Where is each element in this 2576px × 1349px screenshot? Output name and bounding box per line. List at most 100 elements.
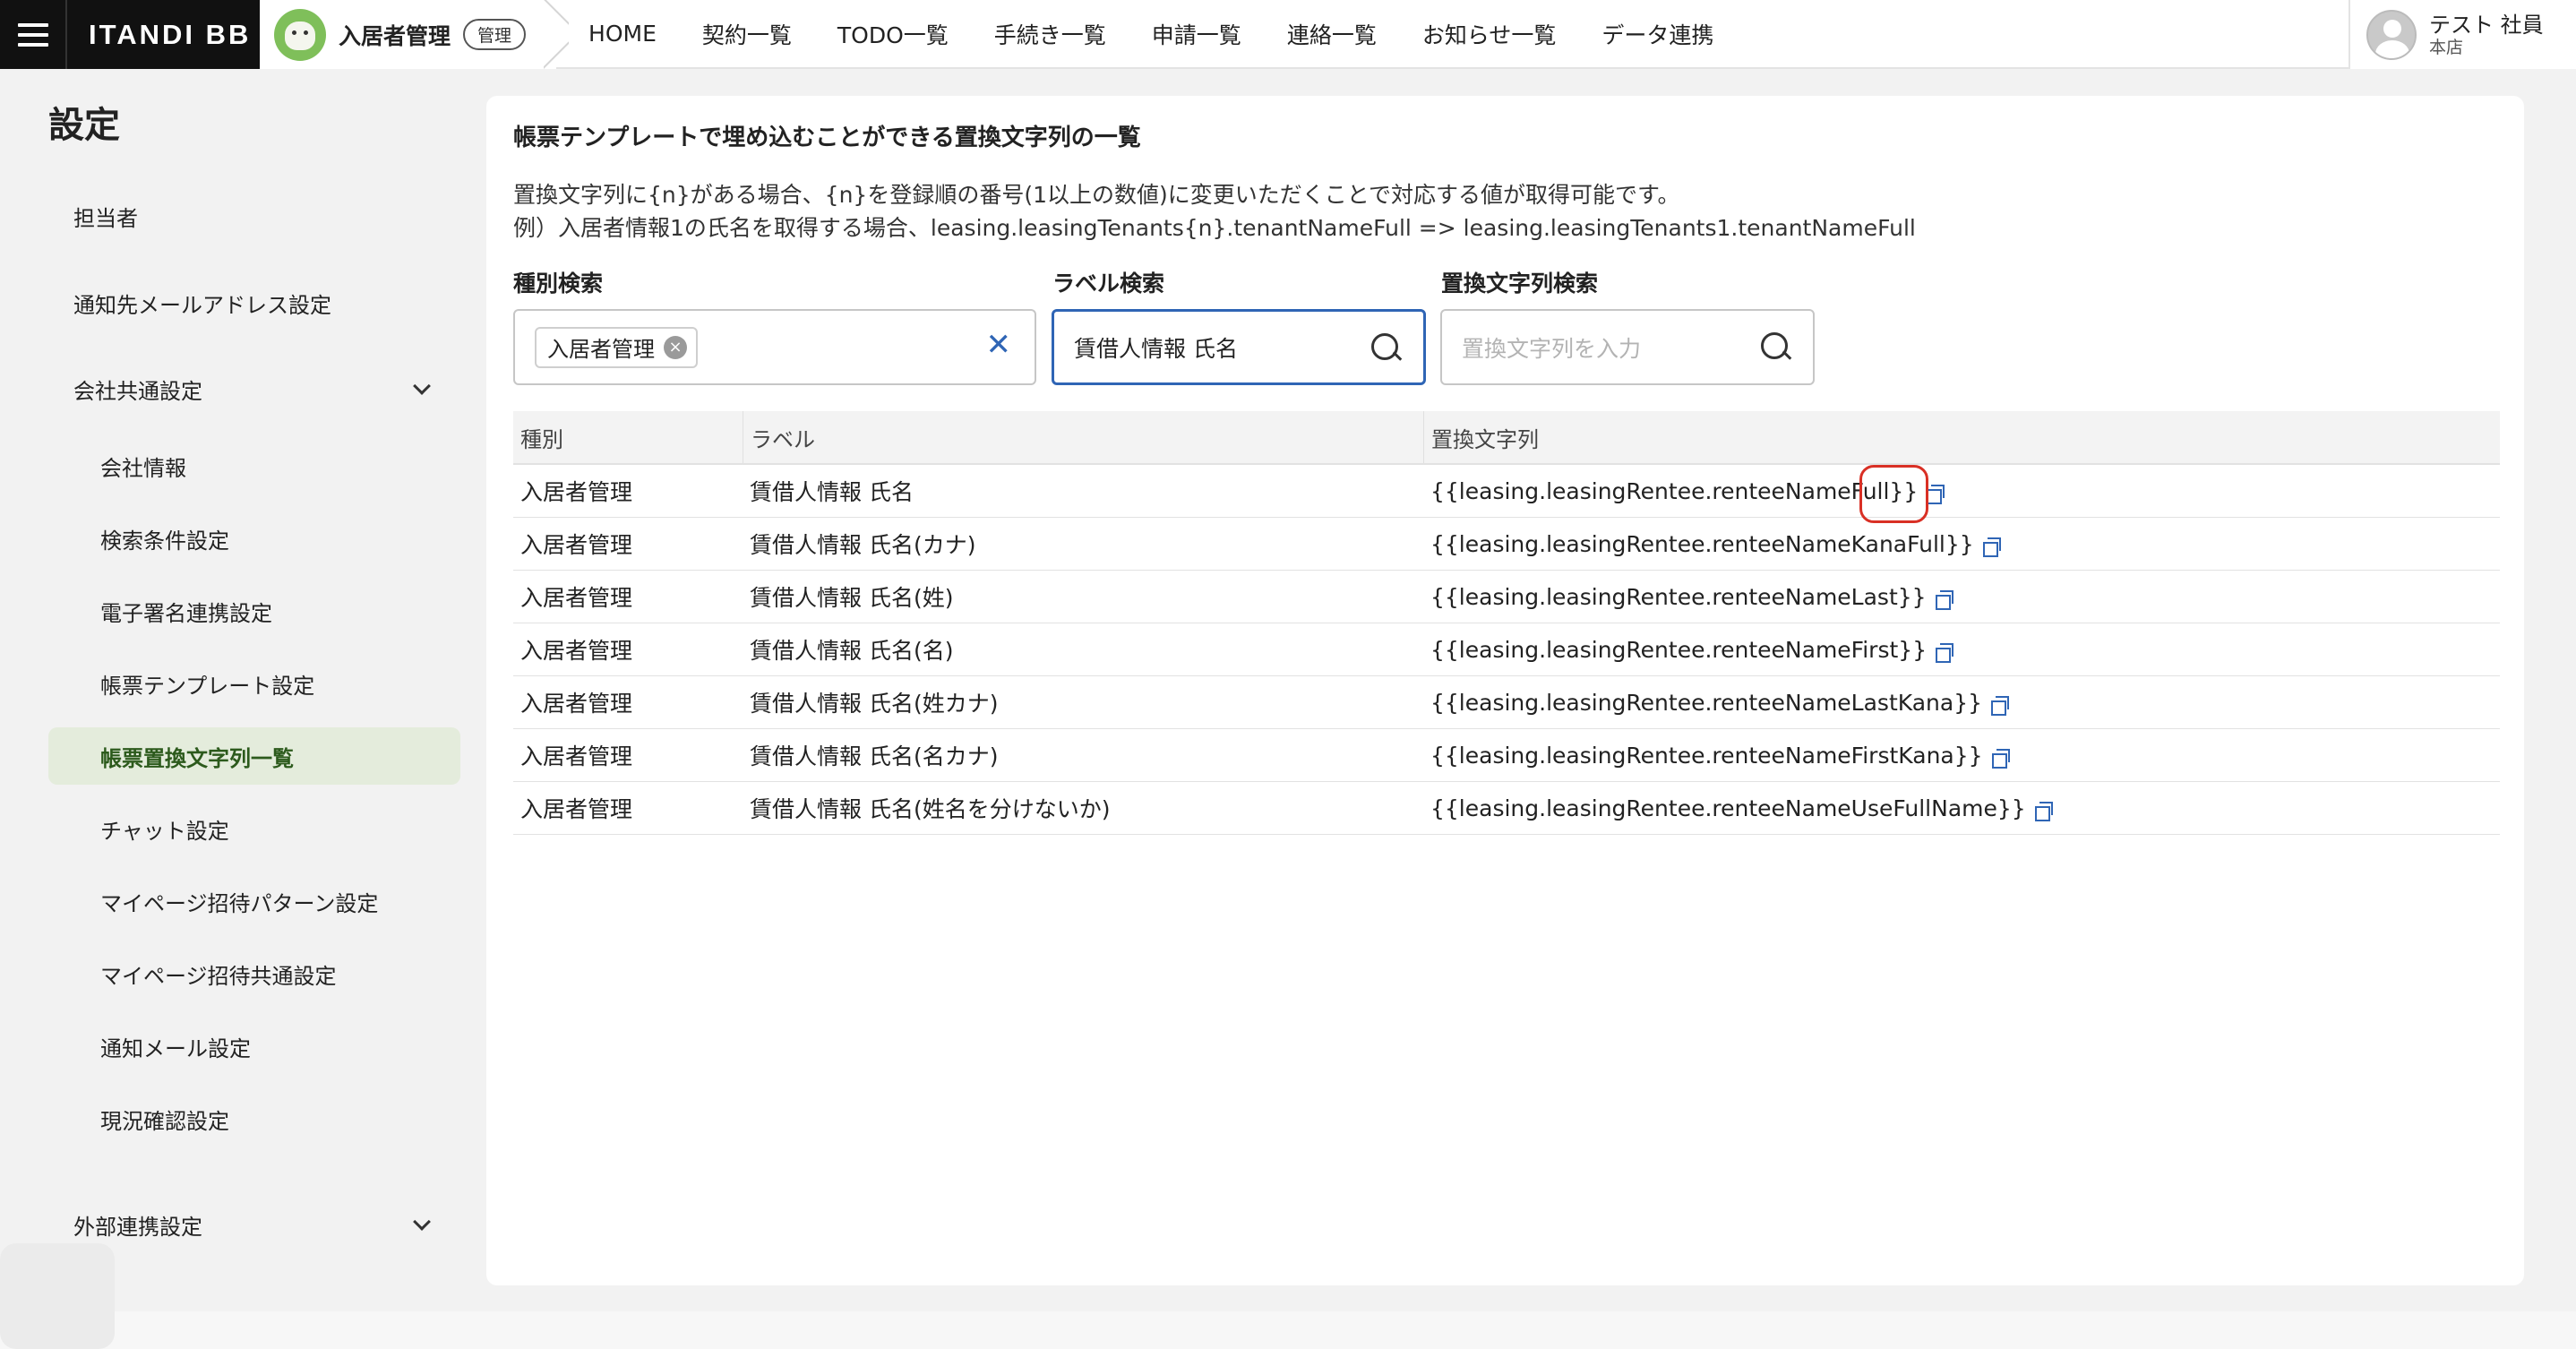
table-row: 入居者管理 賃借人情報 氏名(名カナ) {{leasing.leasingRente…: [513, 729, 2500, 782]
nav-data-integration[interactable]: データ連携: [1601, 18, 1713, 50]
chip-remove-icon[interactable]: ×: [664, 335, 687, 359]
user-menu[interactable]: テスト 社員 本店: [2348, 0, 2576, 69]
replacement-table: 種別 ラベル 置換文字列 入居者管理 賃借人情報 氏名 {{leasing.leas…: [513, 411, 2500, 835]
column-header-type: 種別: [520, 426, 563, 452]
cell-label-text: 賃借人情報 氏名(姓): [750, 585, 954, 611]
cell-replacement-text[interactable]: {{leasing.leasingRentee.renteeNameFull}}: [1430, 478, 1918, 504]
cell-type-text: 入居者管理: [520, 585, 633, 611]
sidebar-item-company-info[interactable]: 会社情報: [48, 437, 460, 494]
cell-replacement: {{leasing.leasingRentee.renteeNameUseFul…: [1423, 782, 2500, 834]
nav-procedures[interactable]: 手続き一覧: [994, 18, 1106, 50]
sidebar-item-label: マイページ招待パターン設定: [100, 890, 379, 916]
copy-icon[interactable]: [1991, 696, 2010, 716]
cell-replacement: {{leasing.leasingRentee.renteeNameFirstK…: [1423, 729, 2500, 781]
hamburger-icon: [17, 22, 48, 47]
sidebar-item-external-integration[interactable]: 外部連携設定: [48, 1196, 460, 1253]
floating-widget[interactable]: [0, 1243, 115, 1349]
cell-replacement-text[interactable]: {{leasing.leasingRentee.renteeNameUseFul…: [1430, 795, 2026, 821]
sidebar-item-search-conditions[interactable]: 検索条件設定: [48, 510, 460, 567]
nav-home[interactable]: HOME: [588, 21, 657, 47]
cell-type-text: 入居者管理: [520, 479, 633, 505]
sidebar-item-status-check[interactable]: 現況確認設定: [48, 1090, 460, 1147]
copy-icon[interactable]: [1982, 537, 2001, 557]
nav-applications[interactable]: 申請一覧: [1152, 18, 1241, 50]
sidebar-item-replacement-strings[interactable]: 帳票置換文字列一覧: [48, 727, 460, 785]
product-switcher[interactable]: 入居者管理 管理: [260, 0, 557, 69]
description: 置換文字列に{n}がある場合、{n}を登録順の番号(1以上の数値)に変更いただく…: [513, 178, 1916, 245]
cell-label-text: 賃借人情報 氏名(姓カナ): [750, 691, 999, 717]
chevron-down-icon: [413, 1213, 431, 1231]
sidebar-item-esign[interactable]: 電子署名連携設定: [48, 582, 460, 640]
label-filter-label: ラベル検索: [1052, 271, 1165, 296]
cell-label-text: 賃借人情報 氏名(名): [750, 638, 954, 664]
clear-icon[interactable]: ✕: [986, 327, 1012, 363]
nav-todo[interactable]: TODO一覧: [837, 18, 949, 50]
cell-replacement: {{leasing.leasingRentee.renteeNameLast}}: [1423, 571, 2500, 623]
cell-type-text: 入居者管理: [520, 638, 633, 664]
product-name: 入居者管理: [339, 22, 451, 49]
cell-replacement: {{leasing.leasingRentee.renteeNameFirst}…: [1423, 623, 2500, 675]
replace-search-input[interactable]: 置換文字列を入力: [1440, 309, 1815, 385]
type-filter-select[interactable]: 入居者管理 × ✕: [513, 309, 1036, 385]
description-line: 例）入居者情報1の氏名を取得する場合、leasing.leasingTenant…: [513, 215, 1916, 241]
nav-notices[interactable]: お知らせ一覧: [1422, 18, 1557, 50]
mascot-icon: [274, 8, 326, 61]
search-icon[interactable]: [1761, 332, 1791, 363]
product-badge: 管理: [463, 19, 527, 50]
replace-filter-label: 置換文字列検索: [1441, 271, 1599, 296]
chevron-down-icon: [413, 377, 431, 395]
sidebar-item-mypage-invite-pattern[interactable]: マイページ招待パターン設定: [48, 872, 460, 930]
search-icon[interactable]: [1371, 333, 1402, 364]
user-name: テスト 社員: [2429, 12, 2544, 38]
table-row: 入居者管理 賃借人情報 氏名(姓) {{leasing.leasingRentee.…: [513, 571, 2500, 623]
sidebar-item-label: 帳票テンプレート設定: [100, 673, 315, 699]
sidebar-item-notify-mail[interactable]: 通知メール設定: [48, 1018, 460, 1075]
cell-replacement-text[interactable]: {{leasing.leasingRentee.renteeNameKanaFu…: [1430, 531, 1974, 557]
sidebar-item-label: 会社情報: [100, 455, 186, 481]
table-row: 入居者管理 賃借人情報 氏名(カナ) {{leasing.leasingRentee…: [513, 518, 2500, 571]
sidebar-item-notify-email[interactable]: 通知先メールアドレス設定: [48, 274, 460, 331]
cell-type-text: 入居者管理: [520, 691, 633, 717]
cell-type: 入居者管理: [513, 782, 743, 834]
copy-icon[interactable]: [1936, 643, 1954, 663]
cell-type: 入居者管理: [513, 465, 743, 517]
label-search-input[interactable]: 賃借人情報 氏名: [1052, 309, 1426, 385]
copy-icon[interactable]: [1927, 485, 1945, 504]
hamburger-menu-button[interactable]: [0, 0, 65, 69]
sidebar-item-mypage-invite-common[interactable]: マイページ招待共通設定: [48, 945, 460, 1002]
cell-label: 賃借人情報 氏名(名): [743, 623, 1423, 675]
avatar-icon: [2366, 9, 2417, 60]
cell-label-text: 賃借人情報 氏名(カナ): [750, 532, 976, 558]
settings-sidebar: 設定 担当者 通知先メールアドレス設定 会社共通設定 会社情報 検索条件設定 電…: [0, 71, 484, 1349]
cell-replacement-text[interactable]: {{leasing.leasingRentee.renteeNameLastKa…: [1430, 690, 1982, 716]
nav-contracts[interactable]: 契約一覧: [702, 18, 792, 50]
nav-messages[interactable]: 連絡一覧: [1287, 18, 1377, 50]
copy-icon[interactable]: [1935, 590, 1953, 610]
table-row: 入居者管理 賃借人情報 氏名(姓カナ) {{leasing.leasingRente…: [513, 676, 2500, 729]
page-title: 設定: [48, 105, 120, 146]
copy-icon[interactable]: [1991, 749, 2010, 769]
cell-label: 賃借人情報 氏名: [743, 465, 1423, 517]
copy-icon[interactable]: [2034, 802, 2053, 821]
brand-logo[interactable]: ITANDI BB: [65, 0, 260, 69]
main-card: 帳票テンプレートで埋め込むことができる置換文字列の一覧 置換文字列に{n}がある…: [486, 96, 2524, 1285]
table-row: 入居者管理 賃借人情報 氏名(名) {{leasing.leasingRentee.…: [513, 623, 2500, 676]
cell-replacement-text[interactable]: {{leasing.leasingRentee.renteeNameFirst}…: [1430, 637, 1927, 663]
sidebar-item-chat[interactable]: チャット設定: [48, 800, 460, 857]
footer: [0, 1311, 2576, 1349]
sidebar-item-label: 通知先メールアドレス設定: [73, 292, 331, 318]
cell-type-text: 入居者管理: [520, 532, 633, 558]
sidebar-item-label: 検索条件設定: [100, 528, 229, 554]
sidebar-item-label: 担当者: [73, 205, 138, 231]
main-nav: HOME 契約一覧 TODO一覧 手続き一覧 申請一覧 連絡一覧 お知らせ一覧 …: [588, 0, 1759, 67]
replace-search-placeholder: 置換文字列を入力: [1462, 335, 1642, 362]
cell-type-text: 入居者管理: [520, 796, 633, 822]
cell-replacement: {{leasing.leasingRentee.renteeNameLastKa…: [1423, 676, 2500, 728]
cell-replacement-text[interactable]: {{leasing.leasingRentee.renteeNameLast}}: [1430, 584, 1927, 610]
sidebar-item-staff[interactable]: 担当者: [48, 187, 460, 245]
cell-replacement-text[interactable]: {{leasing.leasingRentee.renteeNameFirstK…: [1430, 743, 1983, 769]
sidebar-item-company-common[interactable]: 会社共通設定: [48, 360, 460, 417]
table-row: 入居者管理 賃借人情報 氏名 {{leasing.leasingRentee.ren…: [513, 465, 2500, 518]
top-header: ITANDI BB 入居者管理 管理 HOME 契約一覧 TODO一覧 手続き一…: [0, 0, 2576, 69]
sidebar-item-template-settings[interactable]: 帳票テンプレート設定: [48, 655, 460, 712]
